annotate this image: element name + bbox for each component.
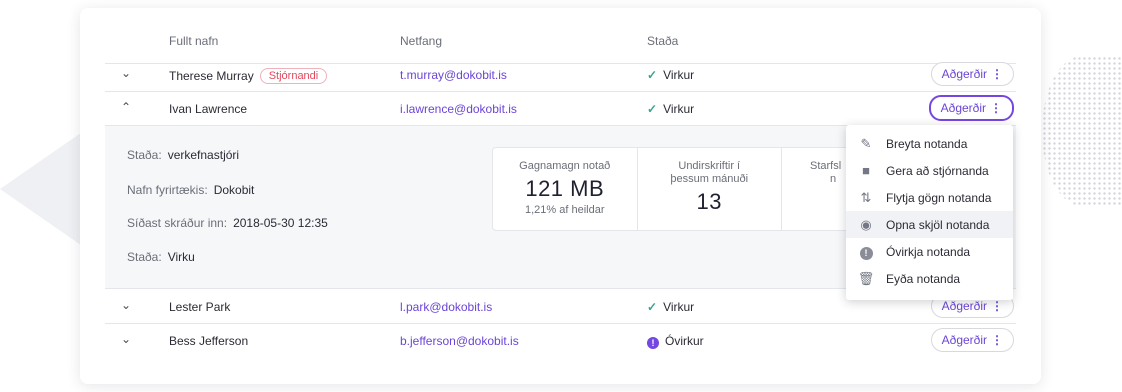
stat-activity-label-2: n — [830, 173, 837, 185]
check-icon: ✓ — [647, 68, 658, 82]
menu-item-label: Óvirkja notanda — [886, 244, 971, 259]
detail-last-login: Síðast skráður inn: 2018-05-30 12:35 — [127, 216, 328, 230]
stat-storage-sub: 1,21% af heildar — [525, 204, 605, 216]
user-name-text: Therese Murray — [169, 69, 254, 83]
menu-item-open-documents[interactable]: ◉ Opna skjöl notanda — [846, 211, 1013, 238]
user-name: Ivan Lawrence — [169, 102, 248, 116]
menu-item-delete-user[interactable]: 🗑 Eyða notanda — [846, 265, 1013, 292]
stat-signatures: Undirskriftir í þessum mánuði 13 — [638, 148, 782, 230]
check-icon: ✓ — [647, 300, 658, 314]
menu-item-label: Breyta notanda — [886, 136, 968, 151]
menu-item-make-admin[interactable]: ■ Gera að stjórnanda — [846, 157, 1013, 184]
user-email-link[interactable]: b.jefferson@dokobit.is — [400, 334, 519, 348]
decorative-triangle — [0, 128, 88, 250]
detail-company-label: Nafn fyrirtækis: — [127, 183, 208, 197]
chevron-up-icon[interactable]: ⌃ — [119, 100, 133, 114]
trash-icon: 🗑 — [857, 270, 875, 286]
menu-item-label: Opna skjöl notanda — [886, 217, 990, 232]
detail-role: Staða: verkefnastjóri — [127, 148, 239, 162]
table-row[interactable]: ⌄ Therese Murray Stjórnandi t.murray@doko… — [105, 58, 1016, 92]
detail-role-value: verkefnastjóri — [167, 148, 240, 162]
actions-button-label: Aðgerðir — [940, 101, 986, 115]
user-name: Bess Jefferson — [169, 334, 249, 348]
user-actions-menu: ✎ Breyta notanda ■ Gera að stjórnanda ⇅ … — [846, 125, 1013, 300]
transfer-arrows-icon: ⇅ — [860, 189, 872, 205]
user-name: Therese Murray Stjórnandi — [169, 68, 328, 84]
stat-signatures-value: 13 — [696, 189, 722, 214]
actions-button-label: Aðgerðir — [941, 333, 987, 347]
chevron-down-icon[interactable]: ⌄ — [119, 332, 133, 346]
menu-item-edit-user[interactable]: ✎ Breyta notanda — [846, 130, 1013, 157]
table-row[interactable]: ⌃ Ivan Lawrence i.lawrence@dokobit.is ✓ V… — [105, 92, 1016, 126]
actions-button[interactable]: Aðgerðir ⋮ — [928, 95, 1014, 121]
detail-state-value: Virku — [167, 250, 195, 264]
more-vertical-icon: ⋮ — [990, 101, 1002, 115]
actions-button-label: Aðgerðir — [941, 299, 987, 313]
menu-item-transfer-data[interactable]: ⇅ Flytja gögn notanda — [846, 184, 1013, 211]
user-status: ✓ Virkur — [647, 300, 694, 314]
header-full-name: Fullt nafn — [169, 34, 219, 48]
detail-role-label: Staða: — [127, 148, 162, 162]
menu-item-deactivate-user[interactable]: ! Óvirkja notanda — [846, 238, 1013, 265]
detail-last-login-label: Síðast skráður inn: — [127, 216, 228, 230]
actions-button-label: Aðgerðir — [941, 67, 987, 81]
stat-activity: Starfsl n — [782, 148, 851, 230]
stat-signatures-label: Undirskriftir í þessum mánuði — [670, 160, 749, 185]
stat-activity-label: Starfsl — [810, 160, 842, 172]
header-email: Netfang — [400, 34, 443, 48]
chevron-down-icon[interactable]: ⌄ — [119, 66, 133, 80]
menu-item-label: Eyða notanda — [886, 271, 961, 286]
more-vertical-icon: ⋮ — [991, 67, 1003, 81]
user-status-text: Virkur — [663, 300, 695, 314]
user-status-text: Virkur — [663, 102, 695, 116]
stat-storage-label: Gagnamagn notað — [519, 160, 611, 172]
menu-item-label: Gera að stjórnanda — [886, 163, 989, 178]
actions-button[interactable]: Aðgerðir ⋮ — [930, 62, 1014, 86]
user-email-link[interactable]: i.lawrence@dokobit.is — [400, 102, 517, 116]
user-status-text: Óvirkur — [665, 334, 704, 348]
globe-icon: ◉ — [860, 216, 872, 232]
detail-state-label: Staða: — [127, 250, 162, 264]
menu-item-label: Flytja gögn notanda — [886, 190, 992, 205]
more-vertical-icon: ⋮ — [991, 299, 1003, 313]
chevron-down-icon[interactable]: ⌄ — [119, 298, 133, 312]
admin-badge: Stjórnandi — [259, 68, 328, 84]
user-status: ✓ Virkur — [647, 102, 694, 116]
user-name: Lester Park — [169, 300, 231, 314]
detail-state: Staða: Virku — [127, 250, 195, 264]
admin-badge-icon: ■ — [862, 163, 870, 178]
more-vertical-icon: ⋮ — [991, 333, 1003, 347]
actions-button[interactable]: Aðgerðir ⋮ — [930, 328, 1014, 352]
user-email-link[interactable]: t.murray@dokobit.is — [400, 68, 507, 82]
user-status: ✓ Virkur — [647, 68, 694, 82]
detail-last-login-value: 2018-05-30 12:35 — [233, 216, 328, 230]
user-status-text: Virkur — [663, 68, 695, 82]
stat-storage: Gagnamagn notað 121 MB 1,21% af heildar — [493, 148, 638, 230]
user-email-link[interactable]: l.park@dokobit.is — [400, 300, 492, 314]
inactive-status-icon: ! — [647, 337, 659, 349]
detail-company-value: Dokobit — [213, 183, 255, 197]
detail-company: Nafn fyrirtækis: Dokobit — [127, 183, 254, 197]
pencil-icon: ✎ — [860, 135, 872, 151]
user-status: ! Óvirkur — [647, 334, 704, 349]
decorative-dot-pattern — [1042, 56, 1122, 206]
usage-stats: Gagnamagn notað 121 MB 1,21% af heildar … — [492, 147, 852, 231]
check-icon: ✓ — [647, 102, 658, 116]
exclamation-circle-icon: ! — [846, 244, 886, 260]
table-row[interactable]: ⌄ Bess Jefferson b.jefferson@dokobit.is … — [105, 324, 1016, 358]
header-status: Staða — [647, 34, 679, 48]
stat-storage-value: 121 MB — [525, 176, 605, 201]
